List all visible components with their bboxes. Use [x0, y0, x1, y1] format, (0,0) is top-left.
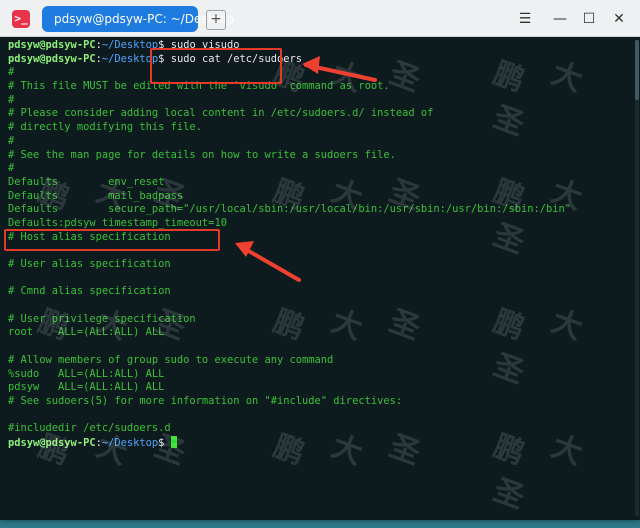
- maximize-icon[interactable]: ☐: [580, 10, 598, 28]
- terminal-output-line: # See the man page for details on how to…: [8, 148, 396, 161]
- menu-icon[interactable]: ☰: [516, 10, 534, 28]
- scroll-thumb[interactable]: [635, 40, 639, 100]
- terminal-output: # # This file MUST be edited with the 'vi…: [8, 66, 640, 436]
- highlight-box-commands: [150, 48, 282, 84]
- terminal-output-line: #includedir /etc/sudoers.d: [8, 422, 171, 435]
- terminal-window: >_ pdsyw@pdsyw-PC: ~/Desktop + ☰ — ☐ ✕ p…: [0, 0, 640, 520]
- minimize-icon[interactable]: —: [551, 10, 569, 28]
- prompt-user: pdsyw@pdsyw-PC: [8, 436, 96, 449]
- terminal-output-line: #: [8, 66, 15, 79]
- new-tab-button[interactable]: +: [206, 10, 226, 30]
- scrollbar[interactable]: [635, 40, 639, 516]
- terminal-output-line: # User alias specification: [8, 258, 171, 270]
- terminal-output-line: # This file MUST be edited with the 'vis…: [8, 80, 390, 93]
- terminal-output-line: Defaults secure_path="/usr/local/sbin:/u…: [8, 203, 572, 216]
- terminal-content[interactable]: pdsyw@pdsyw-PC:~/Desktop$ sudo visudo pd…: [0, 37, 640, 520]
- terminal-output-line: %sudo ALL=(ALL:ALL) ALL: [8, 367, 165, 380]
- terminal-output-line: #: [8, 93, 15, 106]
- text-cursor: [170, 435, 177, 448]
- prompt-user: pdsyw@pdsyw-PC: [8, 39, 96, 51]
- prompt-user: pdsyw@pdsyw-PC: [8, 52, 96, 65]
- highlight-box-timeout: [4, 229, 220, 251]
- terminal-output-line: #: [8, 162, 15, 175]
- terminal-output-line: root ALL=(ALL:ALL) ALL: [8, 326, 165, 339]
- terminal-output-line: # directly modifying this file.: [8, 121, 202, 134]
- terminal-output-line: # Cmnd alias specification: [8, 285, 171, 298]
- terminal-output-line: # Allow members of group sudo to execute…: [8, 353, 334, 366]
- terminal-output-line: Defaults env_reset: [8, 175, 165, 188]
- terminal-line-cmd2: pdsyw@pdsyw-PC:~/Desktop$ sudo cat /etc/…: [8, 52, 303, 65]
- terminal-output-line: # Please consider adding local content i…: [8, 107, 434, 120]
- terminal-line-cmd1: pdsyw@pdsyw-PC:~/Desktop$ sudo visudo: [8, 39, 240, 51]
- terminal-output-line: #: [8, 134, 15, 147]
- terminal-app-icon[interactable]: >_: [12, 10, 30, 28]
- terminal-output-line: # User privilege specification: [8, 312, 196, 325]
- terminal-output-line: Defaults mail_badpass: [8, 189, 184, 202]
- title-bar: >_ pdsyw@pdsyw-PC: ~/Desktop + ☰ — ☐ ✕: [0, 0, 640, 37]
- terminal-output-line: # See sudoers(5) for more information on…: [8, 394, 403, 407]
- close-icon[interactable]: ✕: [610, 10, 628, 28]
- terminal-output-line: pdsyw ALL=(ALL:ALL) ALL: [8, 381, 165, 394]
- prompt-path: ~/Desktop: [101, 436, 159, 449]
- tab-terminal[interactable]: pdsyw@pdsyw-PC: ~/Desktop: [42, 6, 234, 32]
- terminal-line-prompt: pdsyw@pdsyw-PC:~/Desktop$: [8, 435, 640, 450]
